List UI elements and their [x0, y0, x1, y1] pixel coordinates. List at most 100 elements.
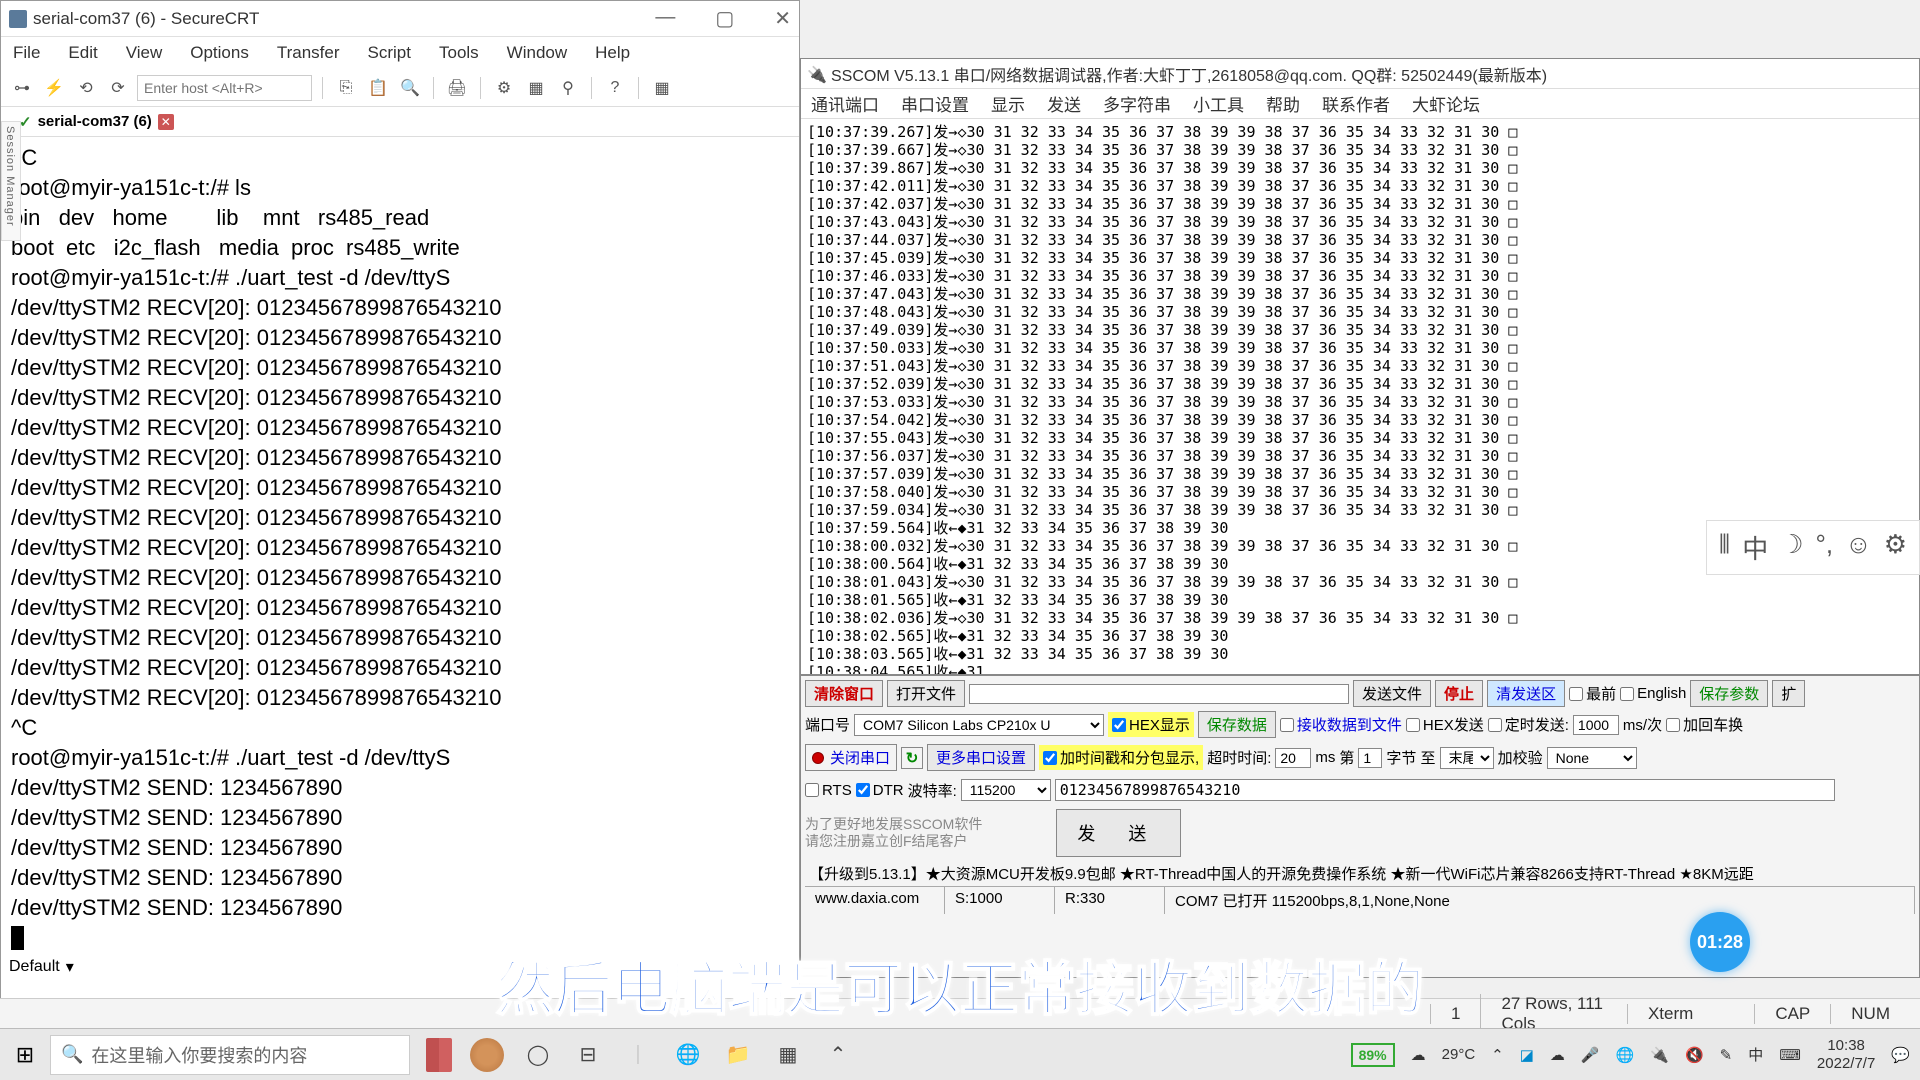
status-url[interactable]: www.daxia.com [805, 887, 945, 914]
host-input[interactable] [137, 75, 312, 101]
clear-window-button[interactable]: 清除窗口 [805, 680, 883, 707]
paste-icon[interactable]: 📋 [365, 75, 391, 101]
punct-icon[interactable]: °, [1816, 529, 1834, 566]
terminal-output[interactable]: ^C root@myir-ya151c-t:/# ls bin dev home… [1, 137, 799, 965]
dropdown-icon[interactable]: ▾ [66, 957, 74, 977]
hex-send-checkbox[interactable]: HEX发送 [1406, 714, 1484, 735]
timeout-input[interactable] [1275, 748, 1311, 768]
sscom-titlebar[interactable]: 🔌 SSCOM V5.13.1 串口/网络数据调试器,作者:大虾丁丁,26180… [801, 59, 1919, 89]
onedrive-icon[interactable]: ☁ [1550, 1046, 1565, 1064]
recv-to-file-checkbox[interactable]: 接收数据到文件 [1280, 714, 1402, 735]
tray-expand-icon[interactable]: ⌃ [1491, 1046, 1504, 1064]
find-icon[interactable]: 🔍 [397, 75, 423, 101]
filter-icon[interactable]: ⚲ [555, 75, 581, 101]
tab-serial-com37[interactable]: ✓ serial-com37 (6) ✕ [9, 109, 184, 135]
menu-options[interactable]: Options [190, 43, 249, 63]
crlf-checkbox[interactable]: 加回车换 [1666, 714, 1743, 735]
dtr-checkbox[interactable]: DTR [856, 782, 904, 799]
edge-icon[interactable]: 🌐 [672, 1039, 704, 1071]
checksum-select[interactable]: None [1547, 747, 1637, 769]
ime-cn-icon[interactable]: 中 [1742, 529, 1768, 566]
hex-show-checkbox[interactable]: HEX显示 [1108, 712, 1194, 737]
file-path-input[interactable] [969, 684, 1349, 704]
battery-indicator[interactable]: 89% [1351, 1043, 1395, 1067]
menu-script[interactable]: Script [368, 43, 411, 63]
send-button[interactable]: 发 送 [1056, 809, 1181, 857]
notifications-icon[interactable]: 💬 [1891, 1046, 1910, 1064]
byte-from-input[interactable] [1358, 748, 1382, 768]
more-port-settings-button[interactable]: 更多串口设置 [927, 744, 1035, 771]
menu-port[interactable]: 通讯端口 [811, 91, 879, 116]
quick-connect-icon[interactable]: ⚡ [41, 75, 67, 101]
timestamp-checkbox[interactable]: 加时间戳和分包显示, [1039, 745, 1203, 770]
minimize-icon[interactable]: — [655, 6, 675, 31]
taskbar-book-icon[interactable] [426, 1038, 452, 1072]
pen-icon[interactable]: ✎ [1720, 1046, 1733, 1064]
more-icon[interactable]: ⌃ [822, 1039, 854, 1071]
save-params-button[interactable]: 保存参数 [1690, 680, 1768, 707]
expand-button[interactable]: 扩 [1772, 680, 1805, 707]
refresh-button[interactable]: ↻ [901, 747, 923, 769]
grid-icon[interactable]: ▦ [649, 75, 675, 101]
securecrt-taskbar-icon[interactable]: ▦ [772, 1039, 804, 1071]
topmost-checkbox[interactable]: 最前 [1569, 683, 1616, 704]
reconnect-icon[interactable]: ⟲ [73, 75, 99, 101]
menu-window[interactable]: Window [507, 43, 567, 63]
ime-icon[interactable]: 中 [1748, 1044, 1763, 1065]
maximize-icon[interactable]: ▢ [715, 6, 734, 31]
keyboard-icon[interactable]: ⌨ [1779, 1046, 1801, 1064]
english-checkbox[interactable]: English [1620, 685, 1686, 702]
open-file-button[interactable]: 打开文件 [887, 680, 965, 707]
emoji-icon[interactable]: ☺ [1845, 529, 1872, 566]
help-icon[interactable]: ? [602, 75, 628, 101]
menu-serial-settings[interactable]: 串口设置 [901, 91, 969, 116]
menu-help[interactable]: 帮助 [1266, 91, 1300, 116]
send-text-input[interactable] [1055, 779, 1835, 801]
menu-edit[interactable]: Edit [68, 43, 97, 63]
mic-icon[interactable]: 🎤 [1581, 1046, 1600, 1064]
save-data-button[interactable]: 保存数据 [1198, 711, 1276, 738]
send-file-button[interactable]: 发送文件 [1353, 680, 1431, 707]
menu-file[interactable]: File [13, 43, 40, 63]
settings-icon[interactable]: ⚙ [491, 75, 517, 101]
titlebar[interactable]: serial-com37 (6) - SecureCRT — ▢ ✕ [1, 1, 799, 37]
gear-icon[interactable]: ⚙ [1884, 529, 1907, 566]
close-port-button[interactable]: 关闭串口 [805, 744, 897, 771]
volume-icon[interactable]: 🔇 [1685, 1046, 1704, 1064]
explorer-icon[interactable]: 📁 [722, 1039, 754, 1071]
menu-multistr[interactable]: 多字符串 [1103, 91, 1171, 116]
rts-checkbox[interactable]: RTS [805, 782, 852, 799]
menu-forum[interactable]: 大虾论坛 [1412, 91, 1480, 116]
byte-to-select[interactable]: 末尾 [1440, 747, 1494, 769]
tab-close-icon[interactable]: ✕ [158, 114, 174, 130]
taskbar-search[interactable]: 🔍 在这里输入你要搜索的内容 [50, 1035, 410, 1075]
copy-icon[interactable]: ⎘ [333, 75, 359, 101]
moon-icon[interactable]: ☽ [1780, 529, 1803, 566]
print-icon[interactable]: 🖨 [444, 75, 470, 101]
taskbar-cookie-icon[interactable] [470, 1038, 504, 1072]
menu-send[interactable]: 发送 [1047, 91, 1081, 116]
clear-send-button[interactable]: 清发送区 [1487, 680, 1565, 707]
task-view-icon[interactable]: ⊟ [572, 1039, 604, 1071]
weather-icon[interactable]: ☁ [1411, 1046, 1426, 1064]
menu-transfer[interactable]: Transfer [277, 43, 340, 63]
tray-app-icon[interactable]: ◪ [1520, 1046, 1534, 1064]
connect-icon[interactable]: ⊶ [9, 75, 35, 101]
timed-interval-input[interactable] [1573, 715, 1619, 735]
timed-send-checkbox[interactable]: 定时发送: [1488, 714, 1569, 735]
serial-log[interactable]: [10:37:39.267]发→◇30 31 32 33 34 35 36 37… [801, 119, 1919, 674]
stop-button[interactable]: 停止 [1435, 680, 1483, 707]
menu-tools[interactable]: Tools [439, 43, 479, 63]
menu-display[interactable]: 显示 [991, 91, 1025, 116]
session-manager-tab[interactable]: Session Manager [1, 121, 21, 241]
menu-tools[interactable]: 小工具 [1193, 91, 1244, 116]
baud-select[interactable]: 115200 [961, 779, 1051, 801]
session-icon[interactable]: ▦ [523, 75, 549, 101]
cortana-icon[interactable]: ◯ [522, 1039, 554, 1071]
reconnect-all-icon[interactable]: ⟳ [105, 75, 131, 101]
power-icon[interactable]: 🔌 [1650, 1046, 1669, 1064]
menu-help[interactable]: Help [595, 43, 630, 63]
tray-clock[interactable]: 10:38 2022/7/7 [1817, 1037, 1875, 1073]
network-icon[interactable]: 🌐 [1616, 1046, 1635, 1064]
port-select[interactable]: COM7 Silicon Labs CP210x U [854, 714, 1104, 736]
